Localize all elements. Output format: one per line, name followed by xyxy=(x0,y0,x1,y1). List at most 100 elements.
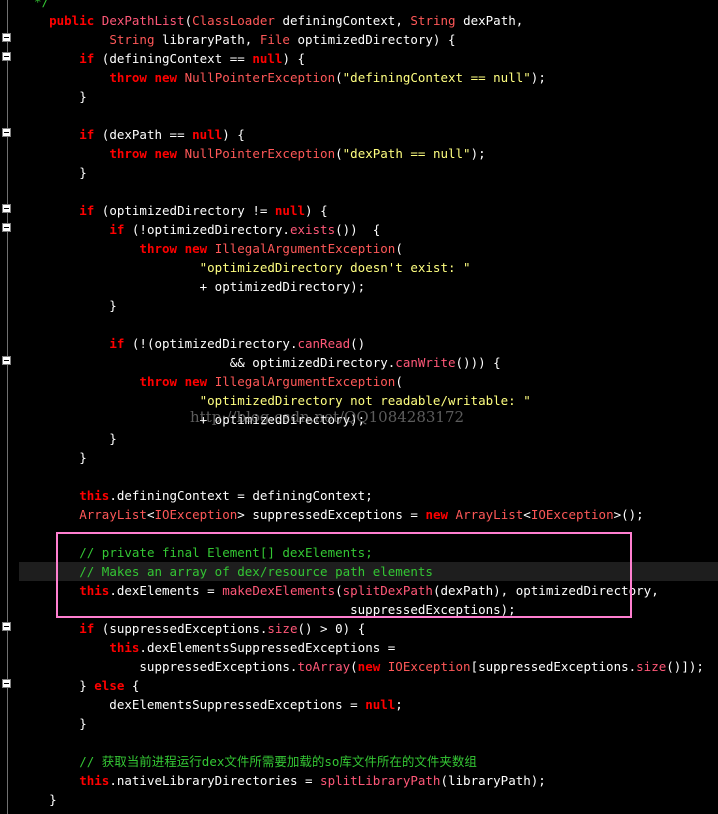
code-token: .dexElements = xyxy=(109,583,223,598)
code-line[interactable]: this.definingContext = definingContext; xyxy=(19,486,718,505)
code-line[interactable]: suppressedExceptions); xyxy=(19,600,718,619)
fold-marker-icon[interactable] xyxy=(2,679,11,688)
code-line[interactable]: // Makes an array of dex/resource path e… xyxy=(19,562,718,581)
code-token: (!optimizedDirectory. xyxy=(124,222,290,237)
code-token: String xyxy=(410,13,456,28)
code-token: (optimizedDirectory != xyxy=(94,203,275,218)
fold-marker-icon[interactable] xyxy=(2,622,11,631)
code-token: new xyxy=(154,70,178,85)
fold-marker-icon[interactable] xyxy=(2,223,11,232)
code-line[interactable]: String libraryPath, File optimizedDirect… xyxy=(19,30,718,49)
code-token: // 获取当前进程运行dex文件所需要加载的so库文件所在的文件夹数组 xyxy=(79,754,477,769)
code-token: DexPathList xyxy=(101,13,185,28)
code-token: "definingContext == null" xyxy=(342,70,531,85)
code-line[interactable]: // 获取当前进程运行dex文件所需要加载的so库文件所在的文件夹数组 xyxy=(19,752,718,771)
code-line[interactable]: if (!(optimizedDirectory.canRead() xyxy=(19,334,718,353)
code-token: < xyxy=(523,507,531,522)
code-token: > suppressedExceptions = xyxy=(237,507,426,522)
code-token: // Makes an array of dex/resource path e… xyxy=(79,564,433,579)
code-line[interactable] xyxy=(19,182,718,201)
code-line[interactable]: if (!optimizedDirectory.exists()) { xyxy=(19,220,718,239)
code-line[interactable]: if (dexPath == null) { xyxy=(19,125,718,144)
code-line[interactable]: suppressedExceptions.toArray(new IOExcep… xyxy=(19,657,718,676)
code-line[interactable]: } xyxy=(19,448,718,467)
code-token: ) { xyxy=(282,51,306,66)
fold-marker-icon[interactable] xyxy=(2,204,11,213)
code-line[interactable]: // private final Element[] dexElements; xyxy=(19,543,718,562)
code-token: else xyxy=(94,678,125,693)
code-line[interactable]: } xyxy=(19,790,718,809)
code-token: (libraryPath); xyxy=(440,773,546,788)
code-token: IllegalArgumentException xyxy=(214,374,396,389)
code-area[interactable]: */ public DexPathList(ClassLoader defini… xyxy=(19,0,718,809)
code-line[interactable]: dexElementsSuppressedExceptions = null; xyxy=(19,695,718,714)
code-line[interactable]: "optimizedDirectory doesn't exist: " xyxy=(19,258,718,277)
code-line[interactable] xyxy=(19,467,718,486)
code-token: this xyxy=(79,488,110,503)
code-line[interactable]: if (suppressedExceptions.size() > 0) { xyxy=(19,619,718,638)
code-line[interactable]: + optimizedDirectory); xyxy=(19,277,718,296)
code-editor[interactable]: */ public DexPathList(ClassLoader defini… xyxy=(0,0,718,814)
code-token: size xyxy=(636,659,667,674)
code-line[interactable]: + optimizedDirectory); xyxy=(19,410,718,429)
code-line[interactable]: if (optimizedDirectory != null) { xyxy=(19,201,718,220)
fold-marker-icon[interactable] xyxy=(2,33,11,42)
code-line[interactable]: ArrayList<IOException> suppressedExcepti… xyxy=(19,505,718,524)
code-line[interactable]: } xyxy=(19,296,718,315)
code-token: ()) { xyxy=(335,222,381,237)
code-line[interactable]: throw new IllegalArgumentException( xyxy=(19,372,718,391)
code-line[interactable]: throw new NullPointerException("defining… xyxy=(19,68,718,87)
fold-marker-icon[interactable] xyxy=(2,356,11,365)
code-line[interactable]: this.dexElements = makeDexElements(split… xyxy=(19,581,718,600)
code-token: definingContext, xyxy=(274,13,411,28)
code-line[interactable]: throw new NullPointerException("dexPath … xyxy=(19,144,718,163)
code-token: } xyxy=(19,678,95,693)
code-line[interactable]: && optimizedDirectory.canWrite())) { xyxy=(19,353,718,372)
fold-marker-icon[interactable] xyxy=(2,128,11,137)
code-token: public xyxy=(49,13,95,28)
code-token: new xyxy=(184,241,208,256)
code-token: "optimizedDirectory doesn't exist: " xyxy=(199,260,471,275)
code-line[interactable]: "optimizedDirectory not readable/writabl… xyxy=(19,391,718,410)
code-line[interactable]: } else { xyxy=(19,676,718,695)
code-token: File xyxy=(259,32,290,47)
code-token: exists xyxy=(289,222,336,237)
code-line[interactable]: this.dexElementsSuppressedExceptions = xyxy=(19,638,718,657)
code-line[interactable]: } xyxy=(19,163,718,182)
code-line[interactable]: this.nativeLibraryDirectories = splitLib… xyxy=(19,771,718,790)
code-line[interactable]: if (definingContext == null) { xyxy=(19,49,718,68)
code-token: && optimizedDirectory. xyxy=(19,355,396,370)
code-token: throw xyxy=(109,146,147,161)
code-line[interactable] xyxy=(19,524,718,543)
code-token: if xyxy=(109,222,125,237)
code-line[interactable] xyxy=(19,733,718,752)
code-token: dexPath, xyxy=(455,13,524,28)
code-line[interactable]: public DexPathList(ClassLoader definingC… xyxy=(19,11,718,30)
code-token: new xyxy=(184,374,208,389)
code-token: IOException xyxy=(154,507,238,522)
code-line[interactable]: } xyxy=(19,714,718,733)
code-token: (dexPath == xyxy=(94,127,193,142)
code-line[interactable]: */ xyxy=(19,0,718,11)
code-line[interactable]: } xyxy=(19,87,718,106)
code-line[interactable]: } xyxy=(19,429,718,448)
code-token: ); xyxy=(470,146,486,161)
fold-marker-icon[interactable] xyxy=(2,52,11,61)
code-line[interactable]: throw new IllegalArgumentException( xyxy=(19,239,718,258)
code-token: new xyxy=(154,146,178,161)
code-token: "optimizedDirectory not readable/writabl… xyxy=(199,393,531,408)
code-line[interactable] xyxy=(19,106,718,125)
code-line[interactable] xyxy=(19,315,718,334)
code-token: ()]); xyxy=(666,659,704,674)
